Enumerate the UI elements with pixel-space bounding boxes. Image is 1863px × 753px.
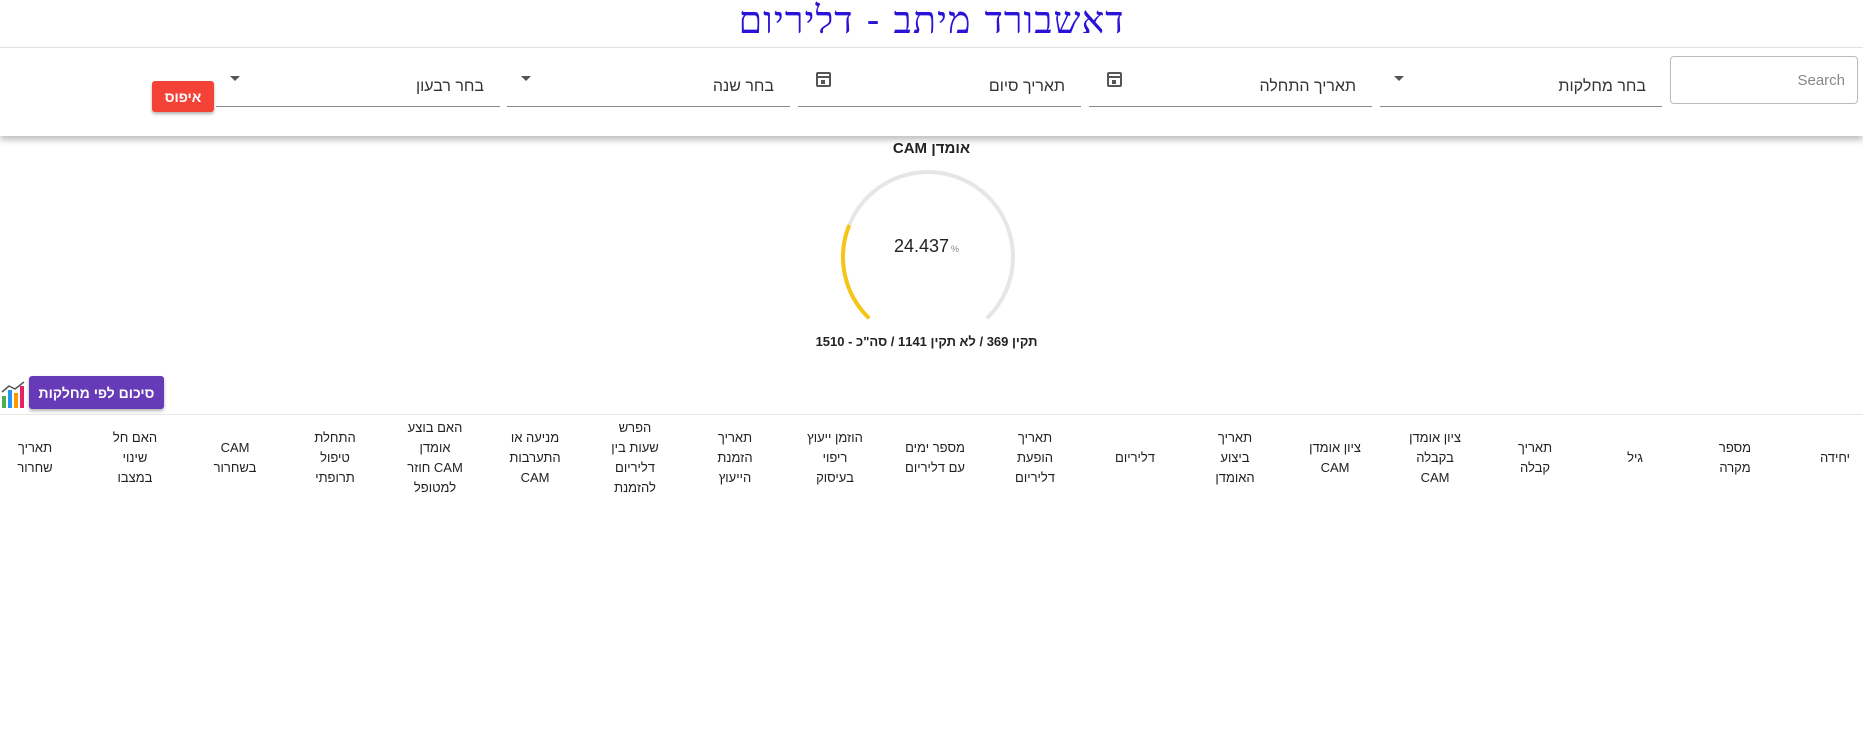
quarter-select-label: בחר רבעון: [415, 78, 484, 95]
column-header[interactable]: הפרש שעות בין דליריום להזמנת: [585, 415, 685, 501]
gauge-title: CAM אומדן: [892, 140, 971, 157]
end-date-field[interactable]: תאריך סיום: [798, 66, 1081, 107]
gauge-summary: תקין 369 / לא תקין 1141 / סה"כ - 1510: [815, 334, 1038, 349]
column-header[interactable]: דליריום: [1085, 415, 1185, 501]
chart-icon[interactable]: [0, 380, 28, 410]
column-header[interactable]: מספר מקרה: [1685, 415, 1785, 501]
chevron-down-icon: [1394, 76, 1404, 81]
column-header[interactable]: תאריך ביצוע האומדן: [1185, 415, 1285, 501]
column-header[interactable]: התחלת טיפול תרופתי: [285, 415, 385, 501]
column-header[interactable]: ציון אומדן בקבלה CAM: [1385, 415, 1485, 501]
column-header[interactable]: מספר ימים עם דליריום: [885, 415, 985, 501]
chevron-down-icon: [521, 76, 531, 81]
gauge-value: 24.437%: [0, 236, 1853, 257]
department-select-label: בחר מחלקות: [1558, 78, 1646, 95]
calendar-icon[interactable]: [816, 72, 831, 87]
quarter-select[interactable]: בחר רבעון: [216, 66, 500, 107]
column-header[interactable]: ציון אומדן CAM: [1285, 415, 1385, 501]
end-date-label: תאריך סיום: [988, 78, 1065, 95]
year-select[interactable]: בחר שנה: [507, 66, 790, 107]
column-header[interactable]: גיל: [1585, 415, 1685, 501]
column-header[interactable]: תאריך הזמנת הייעוץ: [685, 415, 785, 501]
column-header[interactable]: תאריך שחרור: [0, 415, 85, 501]
column-header[interactable]: הוזמן ייעוץ ריפוי בעיסוק: [785, 415, 885, 501]
gauge-value-number: 24.437: [893, 236, 950, 256]
column-header[interactable]: האם חל שינוי במצבו: [85, 415, 185, 501]
start-date-label: תאריך התחלה: [1259, 78, 1357, 95]
gauge-unit: %: [951, 244, 960, 254]
table-header: יחידה מספר מקרה גיל תאריך קבלה ציון אומדן בק…: [0, 414, 1863, 501]
filter-bar: בחר מחלקות תאריך התחלה תאריך סיום בחר שנ…: [0, 47, 1863, 136]
department-select[interactable]: בחר מחלקות: [1380, 66, 1662, 107]
reset-button[interactable]: איפוס: [152, 81, 214, 112]
column-header[interactable]: יחידה: [1785, 415, 1863, 501]
column-header[interactable]: תאריך קבלה: [1485, 415, 1585, 501]
year-select-label: בחר שנה: [712, 78, 774, 95]
chevron-down-icon: [230, 76, 240, 81]
start-date-field[interactable]: תאריך התחלה: [1089, 66, 1372, 107]
column-header[interactable]: האם בוצע אומדן CAM חוזר למטופל: [385, 415, 485, 501]
calendar-icon[interactable]: [1107, 72, 1122, 87]
column-header[interactable]: CAM בשחרור: [185, 415, 285, 501]
column-header[interactable]: תאריך הופעת דליריום: [985, 415, 1085, 501]
summary-by-department-button[interactable]: סיכום לפי מחלקות: [29, 376, 164, 409]
page-title: דאשבורד מיתב - דליריום: [738, 0, 1125, 42]
search-input[interactable]: [1670, 56, 1858, 104]
column-header[interactable]: מניעה או התערבות CAM: [485, 415, 585, 501]
